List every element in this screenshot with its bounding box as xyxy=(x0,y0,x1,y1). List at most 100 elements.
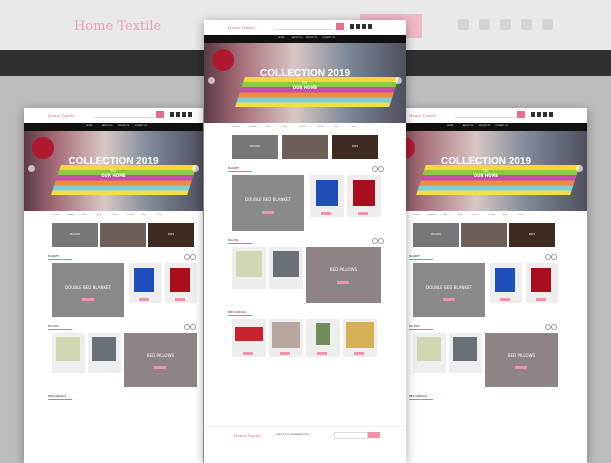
nav-contact[interactable]: CONTACT US xyxy=(134,125,147,127)
shop-now-button[interactable] xyxy=(262,211,274,214)
nav-products[interactable]: PRODUCTS xyxy=(306,37,317,39)
product-card[interactable] xyxy=(413,333,446,373)
tile-mats[interactable]: MATS xyxy=(332,135,378,159)
tile-pillows[interactable]: PILLOWS xyxy=(52,223,98,247)
product-card[interactable] xyxy=(232,319,266,357)
next-icon[interactable] xyxy=(551,254,557,260)
tab-category[interactable]: Rugs xyxy=(503,214,507,216)
tab-category[interactable]: Bedding xyxy=(67,214,74,216)
social-icon[interactable] xyxy=(537,112,541,117)
tab-category[interactable]: Curtains xyxy=(232,126,240,128)
social-icon[interactable] xyxy=(170,112,174,117)
tab-category[interactable]: Cushion xyxy=(317,126,324,128)
tile-pillows[interactable]: PILLOWS xyxy=(413,223,459,247)
nav-about[interactable]: ABOUT US xyxy=(292,37,302,39)
social-icon[interactable] xyxy=(531,112,535,117)
next-icon[interactable] xyxy=(190,324,196,330)
product-card[interactable] xyxy=(269,319,303,357)
product-card[interactable] xyxy=(269,247,303,289)
product-card[interactable] xyxy=(232,247,266,289)
add-to-cart-button[interactable] xyxy=(321,212,331,215)
product-card[interactable] xyxy=(490,263,522,303)
add-to-cart-button[interactable] xyxy=(175,298,185,301)
tab-category[interactable]: Kitchen xyxy=(300,126,307,128)
hero-prev-button[interactable] xyxy=(208,77,215,84)
nav-products[interactable]: PRODUCTS xyxy=(479,125,490,127)
tab-category[interactable]: Bath xyxy=(97,214,101,216)
social-icon[interactable] xyxy=(543,112,547,117)
nav-about[interactable]: ABOUT US xyxy=(463,125,473,127)
product-card[interactable] xyxy=(310,175,344,217)
add-to-cart-button[interactable] xyxy=(317,352,327,355)
next-icon[interactable] xyxy=(378,166,384,172)
tab-category[interactable]: Table xyxy=(82,214,87,216)
double-bed-blanket-feature[interactable]: DOUBLE BED BLANKET xyxy=(52,263,124,317)
double-bed-blanket-feature[interactable]: DOUBLE BED BLANKET xyxy=(232,175,304,231)
tile-blanket[interactable] xyxy=(100,223,146,247)
hero-next-button[interactable] xyxy=(576,165,583,172)
tab-category[interactable]: Rugs xyxy=(142,214,146,216)
nav-contact[interactable]: CONTACT US xyxy=(495,125,508,127)
nav-home[interactable]: HOME xyxy=(278,37,284,39)
nav-home[interactable]: HOME xyxy=(86,125,92,127)
newsletter-email-input[interactable] xyxy=(334,432,368,439)
tab-category[interactable]: Rugs xyxy=(334,126,338,128)
search-input[interactable] xyxy=(274,25,334,30)
add-to-cart-button[interactable] xyxy=(354,352,364,355)
social-icon[interactable] xyxy=(362,24,366,29)
footer-logo[interactable]: Home Textile xyxy=(234,433,261,438)
tab-category[interactable]: Bedding xyxy=(249,126,256,128)
nav-about[interactable]: ABOUT US xyxy=(102,125,112,127)
product-card[interactable] xyxy=(129,263,161,303)
product-card[interactable] xyxy=(88,333,121,373)
product-card[interactable] xyxy=(306,319,340,357)
bed-pillows-feature[interactable]: BED PILLOWS xyxy=(485,333,558,387)
newsletter-submit-button[interactable] xyxy=(368,432,380,438)
shop-now-button[interactable] xyxy=(337,281,349,284)
product-card[interactable] xyxy=(347,175,381,217)
tab-category[interactable]: Living xyxy=(351,126,356,128)
tab-category[interactable]: Table xyxy=(443,214,448,216)
site-logo[interactable]: Home Textile xyxy=(228,25,255,30)
product-card[interactable] xyxy=(343,319,377,357)
tab-category[interactable]: Bath xyxy=(283,126,287,128)
hero-next-button[interactable] xyxy=(395,77,402,84)
shop-now-button[interactable] xyxy=(443,298,455,301)
next-icon[interactable] xyxy=(378,238,384,244)
add-to-cart-button[interactable] xyxy=(280,352,290,355)
tab-category[interactable]: Kitchen xyxy=(112,214,119,216)
search-input[interactable] xyxy=(94,113,154,118)
hero-prev-button[interactable] xyxy=(28,165,35,172)
tile-pillows[interactable]: PILLOWS xyxy=(232,135,278,159)
social-icon[interactable] xyxy=(368,24,372,29)
social-icon[interactable] xyxy=(182,112,186,117)
search-button[interactable] xyxy=(156,111,164,118)
tile-mats[interactable]: MATS xyxy=(509,223,555,247)
product-card[interactable] xyxy=(526,263,558,303)
nav-home[interactable]: HOME xyxy=(447,125,453,127)
site-logo[interactable]: Home Textile xyxy=(409,113,436,118)
social-icon[interactable] xyxy=(188,112,192,117)
shop-now-button[interactable] xyxy=(154,366,166,369)
product-card[interactable] xyxy=(165,263,197,303)
social-icon[interactable] xyxy=(350,24,354,29)
tab-category[interactable]: Living xyxy=(518,214,523,216)
tab-category[interactable]: Cushion xyxy=(488,214,495,216)
tab-category[interactable]: Cushion xyxy=(127,214,134,216)
shop-now-button[interactable] xyxy=(515,366,527,369)
social-icon[interactable] xyxy=(356,24,360,29)
add-to-cart-button[interactable] xyxy=(139,298,149,301)
add-to-cart-button[interactable] xyxy=(358,212,368,215)
next-icon[interactable] xyxy=(551,324,557,330)
product-card[interactable] xyxy=(52,333,85,373)
tile-blanket[interactable] xyxy=(461,223,507,247)
double-bed-blanket-feature[interactable]: DOUBLE BED BLANKET xyxy=(413,263,485,317)
hero-next-button[interactable] xyxy=(192,165,199,172)
search-input[interactable] xyxy=(455,113,515,118)
social-icon[interactable] xyxy=(549,112,553,117)
nav-contact[interactable]: CONTACT US xyxy=(322,37,335,39)
tab-category[interactable]: Curtains xyxy=(52,214,60,216)
tab-category[interactable]: Curtains xyxy=(413,214,421,216)
bed-pillows-feature[interactable]: BED PILLOWS xyxy=(124,333,197,387)
tab-category[interactable]: Living xyxy=(157,214,162,216)
